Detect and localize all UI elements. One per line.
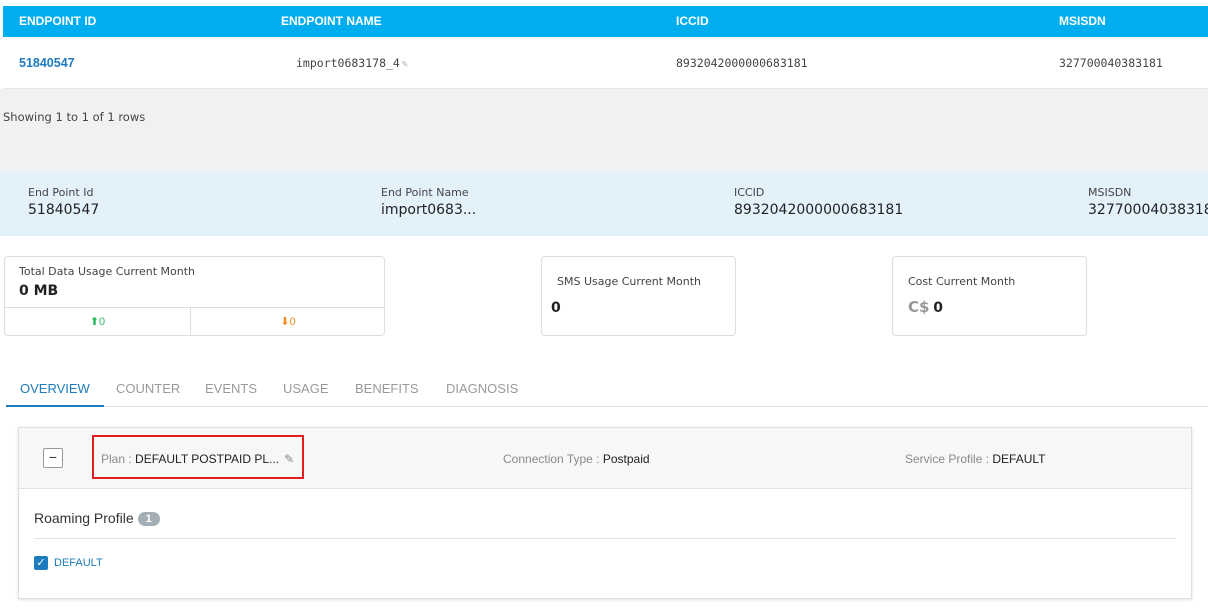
connection-type-field: Connection Type : Postpaid xyxy=(503,452,650,466)
tab-events[interactable]: EVENTS xyxy=(205,370,257,407)
plan-value: DEFAULT POSTPAID PL... xyxy=(135,452,280,466)
cost-card: Cost Current Month C$ 0 xyxy=(892,256,1087,336)
roaming-profile-heading: Roaming Profile 1 xyxy=(34,510,160,526)
currency-symbol: C$ xyxy=(908,298,930,316)
connection-type-label: Connection Type : xyxy=(503,452,603,466)
sms-usage-card: SMS Usage Current Month 0 xyxy=(541,256,736,336)
summary-value: 32770004038318 xyxy=(1088,202,1208,218)
endpoint-name-cell: import0683178_4 ✎ xyxy=(296,37,408,89)
summary-value: 51840547 xyxy=(28,202,100,218)
summary-value: 8932042000000683181 xyxy=(734,202,904,218)
tab-usage[interactable]: USAGE xyxy=(283,370,329,407)
tab-counter[interactable]: COUNTER xyxy=(116,370,180,407)
summary-value: import0683... xyxy=(381,202,477,218)
summary-endpoint-name: End Point Name import0683... xyxy=(381,186,476,218)
tab-overview[interactable]: OVERVIEW xyxy=(6,370,104,407)
iccid-cell: 8932042000000683181 xyxy=(676,56,808,70)
table-row[interactable]: 51840547 import0683178_4 ✎ 89320420000006… xyxy=(3,37,1208,89)
upload-arrow-icon: ⬆ xyxy=(89,316,100,328)
table-footer-area xyxy=(0,89,1208,173)
tab-diagnosis[interactable]: DIAGNOSIS xyxy=(446,370,518,407)
plan-header: − Plan : DEFAULT POSTPAID PL... ✎ Connect… xyxy=(19,428,1191,489)
column-header-endpoint-name[interactable]: ENDPOINT NAME xyxy=(281,6,382,37)
cost-line: C$ 0 xyxy=(908,298,943,316)
column-header-msisdn[interactable]: MSISDN xyxy=(1059,6,1106,37)
summary-msisdn: MSISDN 32770004038318 xyxy=(1088,186,1208,218)
summary-endpoint-id: End Point Id 51840547 xyxy=(28,186,99,218)
service-profile-label: Service Profile : xyxy=(905,452,993,466)
overview-panel: − Plan : DEFAULT POSTPAID PL... ✎ Connect… xyxy=(18,427,1192,599)
summary-label: MSISDN xyxy=(1088,186,1132,199)
data-usage-label: Total Data Usage Current Month xyxy=(19,265,196,278)
cost-value: 0 xyxy=(933,300,944,316)
roaming-profile-default[interactable]: DEFAULT xyxy=(54,557,103,569)
pencil-icon[interactable]: ✎ xyxy=(402,39,408,91)
tab-benefits[interactable]: BENEFITS xyxy=(355,370,419,407)
endpoints-table-header: ENDPOINT ID ENDPOINT NAME ICCID MSISDN xyxy=(3,6,1208,37)
divider xyxy=(34,538,1176,539)
data-usage-split: ⬆0 ⬇0 xyxy=(5,307,385,336)
roaming-profile-title: Roaming Profile xyxy=(34,510,134,526)
plan-label: Plan : xyxy=(101,452,136,466)
msisdn-cell: 327700040383181 xyxy=(1059,56,1163,70)
endpoint-summary: End Point Id 51840547 End Point Name imp… xyxy=(0,173,1208,236)
collapse-minus-icon[interactable]: − xyxy=(43,448,63,468)
detail-tabs: OVERVIEW COUNTER EVENTS USAGE BENEFITS D… xyxy=(6,370,1208,407)
service-profile-value: DEFAULT xyxy=(992,452,1046,466)
service-profile-field: Service Profile : DEFAULT xyxy=(905,452,1046,466)
summary-label: End Point Id xyxy=(28,186,94,199)
upload-usage: ⬆0 xyxy=(5,308,190,336)
data-usage-value: 0 MB xyxy=(19,283,59,299)
cost-label: Cost Current Month xyxy=(908,275,1016,288)
endpoint-id-link[interactable]: 51840547 xyxy=(19,37,75,89)
column-header-endpoint-id[interactable]: ENDPOINT ID xyxy=(19,6,96,37)
column-header-iccid[interactable]: ICCID xyxy=(676,6,709,37)
checkbox-checked-icon[interactable]: ✓ xyxy=(34,556,48,570)
download-usage: ⬇0 xyxy=(191,308,385,336)
download-arrow-icon: ⬇ xyxy=(280,316,290,328)
pencil-icon[interactable]: ✎ xyxy=(284,452,294,466)
endpoint-name-value: import0683178_4 xyxy=(296,56,400,70)
data-usage-card: Total Data Usage Current Month 0 MB ⬆0 ⬇… xyxy=(4,256,385,336)
download-value: 0 xyxy=(289,316,296,328)
plan-field: Plan : DEFAULT POSTPAID PL... ✎ xyxy=(101,452,294,466)
summary-iccid: ICCID 8932042000000683181 xyxy=(734,186,903,218)
pagination-info: Showing 1 to 1 of 1 rows xyxy=(3,110,146,124)
summary-label: End Point Name xyxy=(381,186,469,199)
sms-usage-label: SMS Usage Current Month xyxy=(557,275,702,288)
upload-value: 0 xyxy=(99,316,106,328)
roaming-count-badge: 1 xyxy=(137,512,160,526)
sms-usage-value: 0 xyxy=(551,300,561,316)
summary-label: ICCID xyxy=(734,186,765,199)
connection-type-value: Postpaid xyxy=(602,452,650,466)
